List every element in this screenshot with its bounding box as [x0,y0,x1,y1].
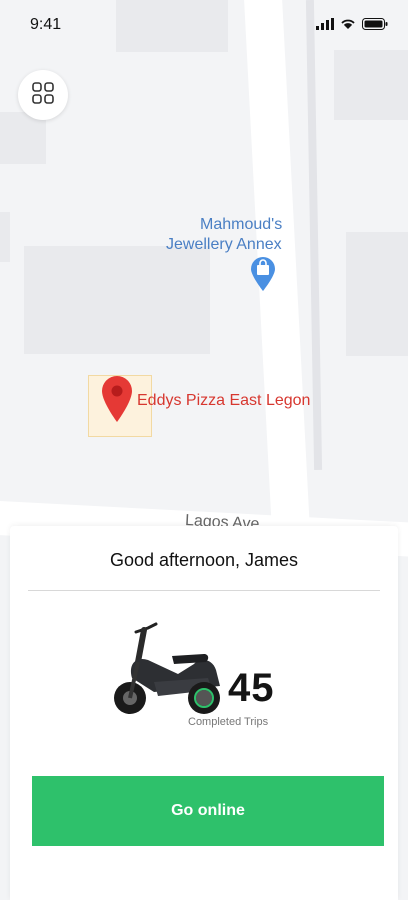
poi-jewellery-label-line2[interactable]: Jewellery Annex [166,235,282,255]
scooter-image [108,620,228,720]
map-building [0,212,10,262]
grid-icon [32,81,54,109]
signal-icon [316,17,334,35]
go-online-button[interactable]: Go online [32,776,384,846]
map-building [346,232,408,356]
map-building [24,246,210,354]
menu-button[interactable] [18,70,68,120]
greeting-text: Good afternoon, James [109,550,299,570]
status-bar: 9:41 [0,0,408,48]
status-icons [316,17,388,35]
wifi-icon [340,17,356,35]
poi-pizza-label[interactable]: Eddys Pizza East Legon [137,391,310,411]
poi-jewellery-label-line1[interactable]: Mahmoud's [200,215,282,235]
status-time: 9:41 [30,16,62,33]
divider [28,590,380,591]
shopping-bag-pin-icon[interactable] [250,256,276,292]
completed-trips-label: Completed Trips [188,716,269,728]
bottom-sheet: Good afternoon, James 45 Completed Trips… [10,526,398,900]
completed-trips-count: 45 [228,666,275,710]
map-building [334,50,408,120]
map-marker-icon[interactable] [101,375,133,423]
battery-icon [362,17,388,35]
